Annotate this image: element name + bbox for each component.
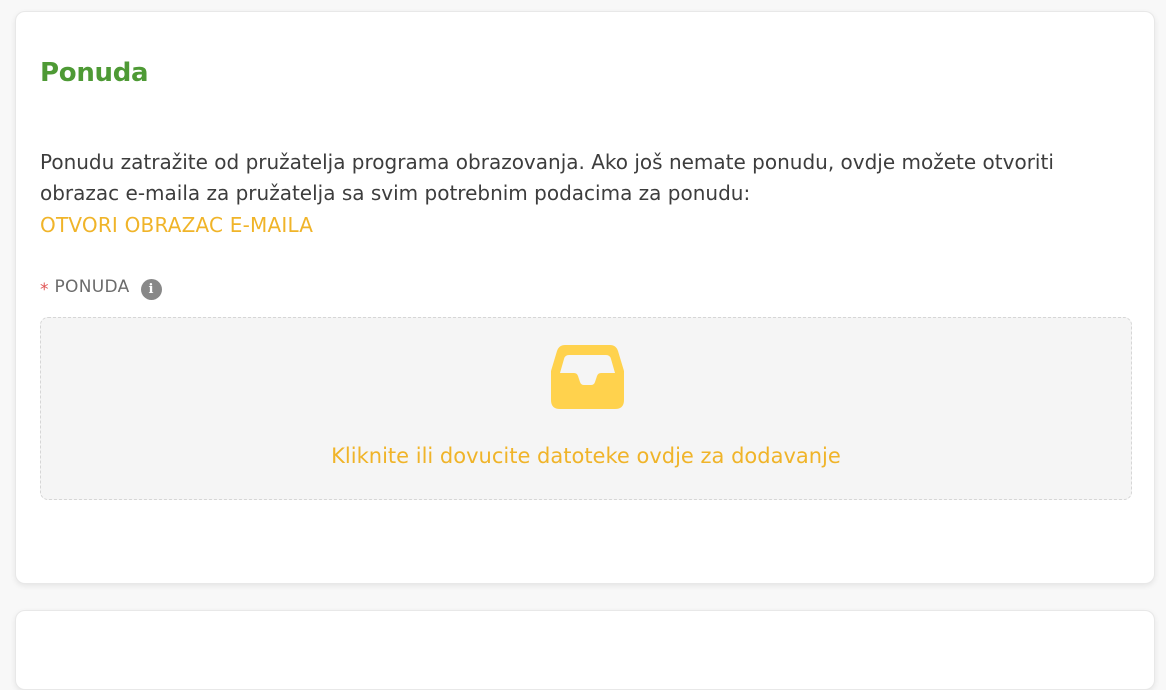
section-description: Ponudu zatražite od pružatelja programa … [40, 150, 1054, 205]
offer-field-label: * PONUDA i [40, 273, 162, 301]
offer-card: Ponuda Ponudu zatražite od pružatelja pr… [15, 11, 1155, 584]
next-card [15, 610, 1155, 690]
section-title: Ponuda [40, 58, 149, 88]
file-upload-dropzone[interactable]: Kliknite ili dovucite datoteke ovdje za … [40, 317, 1132, 500]
offer-label-text: PONUDA [54, 277, 130, 297]
info-icon[interactable]: i [140, 278, 162, 300]
inbox-icon [551, 345, 624, 409]
dropzone-hint: Kliknite ili dovucite datoteke ovdje za … [331, 444, 841, 468]
required-marker: * [40, 280, 49, 300]
open-email-form-link[interactable]: OTVORI OBRAZAC E-MAILA [40, 211, 313, 239]
